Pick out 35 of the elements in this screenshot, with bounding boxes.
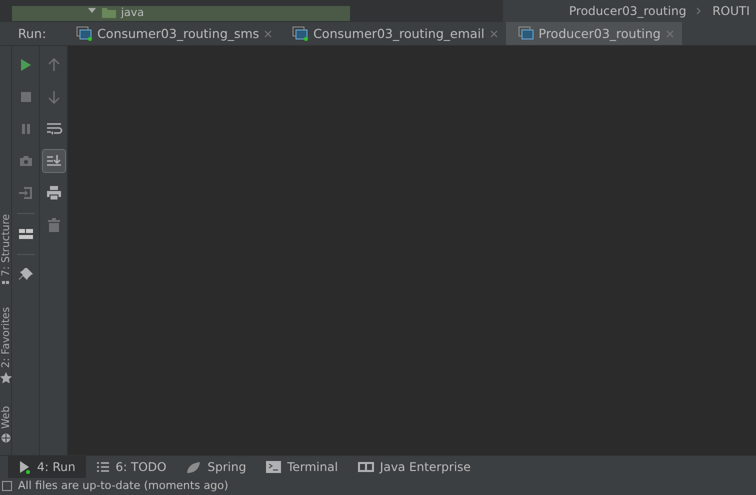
tool-window-tab[interactable]: 4: Run bbox=[8, 456, 86, 478]
close-icon[interactable] bbox=[666, 30, 674, 38]
run-tab[interactable]: Consumer03_routing_email bbox=[280, 22, 506, 45]
console-window-icon[interactable] bbox=[76, 26, 92, 42]
side-tool-tab[interactable]: 7: Structure bbox=[0, 214, 12, 276]
breadcrumb-item[interactable]: Producer03_routing bbox=[569, 4, 686, 18]
console-window-icon[interactable] bbox=[518, 26, 534, 42]
close-icon[interactable] bbox=[264, 30, 272, 38]
java-enterprise-icon[interactable] bbox=[358, 461, 374, 473]
side-tool-tab[interactable]: Web bbox=[0, 406, 12, 430]
tree-node-label[interactable]: java bbox=[121, 6, 144, 20]
status-icon[interactable] bbox=[2, 480, 12, 490]
scroll-to-end-icon[interactable] bbox=[42, 149, 66, 173]
run-tab[interactable]: Producer03_routing bbox=[506, 22, 682, 45]
console-window-icon[interactable] bbox=[292, 26, 308, 42]
tool-window-tab[interactable]: Java Enterprise bbox=[348, 456, 481, 478]
close-icon[interactable] bbox=[490, 30, 498, 38]
star-icon[interactable] bbox=[0, 372, 12, 384]
run-icon[interactable] bbox=[18, 460, 31, 474]
tool-window-tab[interactable]: Spring bbox=[176, 456, 256, 478]
list-icon[interactable] bbox=[96, 461, 110, 473]
chevron-icon[interactable] bbox=[696, 7, 702, 15]
breadcrumb-item[interactable]: ROUTI bbox=[712, 4, 750, 18]
run-tab[interactable]: Consumer03_routing_sms bbox=[64, 22, 280, 45]
terminal-icon[interactable] bbox=[266, 461, 282, 473]
expand-arrow-icon[interactable] bbox=[87, 6, 97, 14]
panel-title: Run: bbox=[17, 26, 48, 41]
folder-icon[interactable] bbox=[101, 6, 117, 18]
status-text: All files are up-to-date (moments ago) bbox=[18, 479, 228, 492]
leaf-icon[interactable] bbox=[186, 460, 202, 474]
globe-icon[interactable] bbox=[0, 433, 10, 444]
tool-window-tab[interactable]: 6: TODO bbox=[86, 456, 176, 478]
side-tool-tab[interactable]: 2: Favorites bbox=[0, 307, 12, 368]
structure-icon[interactable] bbox=[1, 280, 10, 286]
tool-window-tab[interactable]: Terminal bbox=[256, 456, 348, 478]
